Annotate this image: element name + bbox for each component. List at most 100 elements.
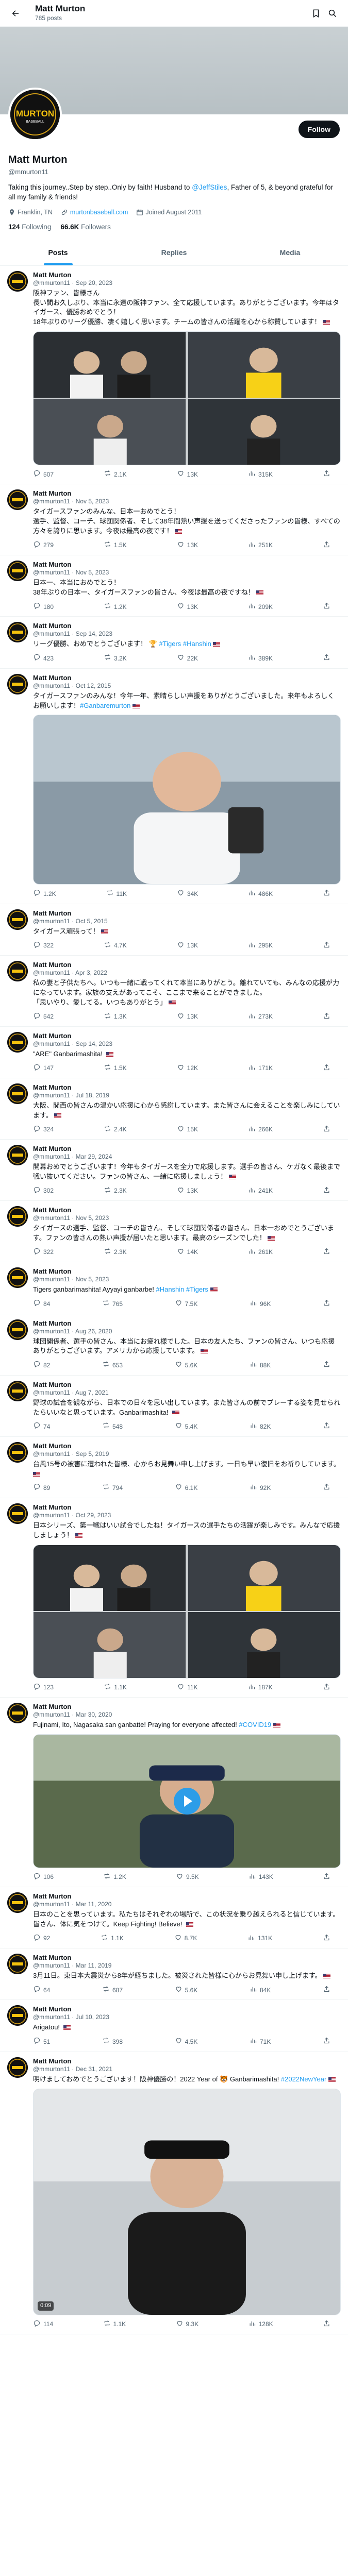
tweet-author-name[interactable]: Matt Murton <box>33 1703 341 1711</box>
like-button[interactable]: 13K <box>177 469 198 480</box>
repost-button[interactable]: 765 <box>102 1299 123 1309</box>
reply-button[interactable]: 123 <box>33 1683 54 1693</box>
like-button[interactable]: 4.5K <box>175 2037 197 2047</box>
reply-button[interactable]: 84 <box>33 1299 50 1309</box>
like-button[interactable]: 6.1K <box>175 1483 197 1493</box>
views-button[interactable]: 315K <box>248 469 273 480</box>
repost-button[interactable]: 11K <box>106 889 127 899</box>
tweet-author-name[interactable]: Matt Murton <box>33 1381 341 1389</box>
share-button[interactable] <box>323 1247 330 1258</box>
tweet-avatar[interactable] <box>7 622 28 643</box>
views-button[interactable]: 82K <box>250 1421 271 1432</box>
tweet[interactable]: Matt Murton @mmurton11 · Sep 14, 2023 リーグ優… <box>0 617 348 669</box>
views-button[interactable]: 96K <box>250 1299 271 1309</box>
repost-button[interactable]: 653 <box>102 1360 123 1370</box>
views-button[interactable]: 71K <box>250 2037 271 2047</box>
repost-button[interactable]: 1.2K <box>103 1872 126 1883</box>
website-item[interactable]: murtonbaseball.com <box>61 208 128 217</box>
share-button[interactable] <box>323 653 330 664</box>
views-button[interactable]: 187K <box>248 1683 273 1693</box>
tweet[interactable]: Matt Murton @mmurton11 · Sep 14, 2023 "ARE… <box>0 1027 348 1079</box>
reply-button[interactable]: 322 <box>33 941 54 951</box>
tweet-hashtag-link[interactable]: #Tigers #Hanshin <box>159 640 211 648</box>
repost-button[interactable]: 1.1K <box>104 1683 127 1693</box>
tweet-avatar[interactable] <box>7 960 28 981</box>
like-button[interactable]: 13K <box>177 540 198 551</box>
tweet[interactable]: Matt Murton @mmurton11 · Mar 11, 2019 3月11… <box>0 1948 348 2001</box>
tweet-avatar[interactable] <box>7 1031 28 1053</box>
share-button[interactable] <box>323 1125 330 1135</box>
repost-button[interactable]: 1.1K <box>101 1934 124 1944</box>
tweet[interactable]: Matt Murton @mmurton11 · Nov 5, 2023 Tiger… <box>0 1262 348 1314</box>
like-button[interactable]: 5.4K <box>175 1421 197 1432</box>
tweet-avatar[interactable] <box>7 1319 28 1340</box>
reply-button[interactable]: 279 <box>33 540 54 551</box>
reply-button[interactable]: 74 <box>33 1421 50 1432</box>
reply-button[interactable]: 92 <box>33 1934 50 1944</box>
share-button[interactable] <box>323 1063 330 1074</box>
views-button[interactable]: 131K <box>247 1934 272 1944</box>
tweet-author-name[interactable]: Matt Murton <box>33 674 341 682</box>
views-button[interactable]: 241K <box>248 1186 273 1196</box>
tweet[interactable]: Matt Murton @mmurton11 · Nov 5, 2023 日本一、本… <box>0 555 348 617</box>
repost-button[interactable]: 1.5K <box>104 540 127 551</box>
tab-posts[interactable]: Posts <box>0 240 116 265</box>
tweet-author-name[interactable]: Matt Murton <box>33 961 341 969</box>
reply-button[interactable]: 507 <box>33 469 54 480</box>
share-button[interactable] <box>323 941 330 951</box>
tweet-author-name[interactable]: Matt Murton <box>33 1032 341 1040</box>
tweet[interactable]: Matt Murton @mmurton11 · Mar 11, 2020 日本のこ… <box>0 1887 348 1949</box>
tweet[interactable]: Matt Murton @mmurton11 · Oct 5, 2015 タイガース… <box>0 904 348 956</box>
share-button[interactable] <box>323 1985 330 1995</box>
like-button[interactable]: 13K <box>177 1186 198 1196</box>
views-button[interactable]: 84K <box>250 1985 271 1995</box>
tweet[interactable]: Matt Murton @mmurton11 · Mar 30, 2020 Fuji… <box>0 1698 348 1888</box>
views-button[interactable]: 143K <box>248 1872 273 1883</box>
repost-button[interactable]: 4.7K <box>104 941 127 951</box>
repost-button[interactable]: 687 <box>102 1985 123 1995</box>
like-button[interactable]: 34K <box>177 889 198 899</box>
tweet-avatar[interactable] <box>7 1267 28 1289</box>
tweet-avatar[interactable] <box>7 1206 28 1227</box>
tweet-author-name[interactable]: Matt Murton <box>33 1954 341 1962</box>
repost-button[interactable]: 2.1K <box>104 469 127 480</box>
reply-button[interactable]: 1.2K <box>33 889 56 899</box>
views-button[interactable]: 171K <box>248 1063 273 1074</box>
reply-button[interactable]: 89 <box>33 1483 50 1493</box>
tweet-author-name[interactable]: Matt Murton <box>33 2005 341 2013</box>
share-button[interactable] <box>323 1421 330 1432</box>
tweet[interactable]: Matt Murton @mmurton11 · Jul 10, 2023 Arig… <box>0 2000 348 2052</box>
like-button[interactable]: 15K <box>177 1125 198 1135</box>
tweet-media[interactable] <box>33 715 341 885</box>
tweet-author-name[interactable]: Matt Murton <box>33 1206 341 1214</box>
repost-button[interactable]: 2.3K <box>104 1186 127 1196</box>
views-button[interactable]: 128K <box>248 2319 273 2330</box>
tweet-author-name[interactable]: Matt Murton <box>33 489 341 498</box>
tweet-avatar[interactable] <box>7 673 28 694</box>
tab-media[interactable]: Media <box>232 240 348 265</box>
reply-button[interactable]: 64 <box>33 1985 50 1995</box>
tweet-avatar[interactable] <box>7 270 28 292</box>
share-button[interactable] <box>323 1360 330 1370</box>
play-icon[interactable] <box>173 1787 201 1815</box>
share-button[interactable] <box>323 540 330 551</box>
tweet[interactable]: Matt Murton @mmurton11 · Nov 5, 2023 タイガース… <box>0 1201 348 1263</box>
share-button[interactable] <box>323 2037 330 2047</box>
views-button[interactable]: 273K <box>248 1012 273 1022</box>
reply-button[interactable]: 302 <box>33 1186 54 1196</box>
tweet-hashtag-link[interactable]: #COVID19 <box>239 1721 271 1728</box>
reply-button[interactable]: 114 <box>33 2319 53 2330</box>
share-button[interactable] <box>323 889 330 899</box>
tweet[interactable]: Matt Murton @mmurton11 · Oct 29, 2023 日本シリ… <box>0 1498 348 1698</box>
follow-button[interactable]: Follow <box>298 121 340 138</box>
tweet-author-name[interactable]: Matt Murton <box>33 1083 341 1092</box>
like-button[interactable]: 11K <box>177 1683 198 1693</box>
grok-icon[interactable] <box>308 5 324 22</box>
like-button[interactable]: 9.5K <box>176 1872 199 1883</box>
share-button[interactable] <box>323 1012 330 1022</box>
reply-button[interactable]: 423 <box>33 653 54 664</box>
tweet-author-name[interactable]: Matt Murton <box>33 1267 341 1276</box>
tweet[interactable]: Matt Murton @mmurton11 · Oct 12, 2015 タイガー… <box>0 669 348 904</box>
like-button[interactable]: 7.5K <box>175 1299 197 1309</box>
repost-button[interactable]: 1.3K <box>104 1012 127 1022</box>
